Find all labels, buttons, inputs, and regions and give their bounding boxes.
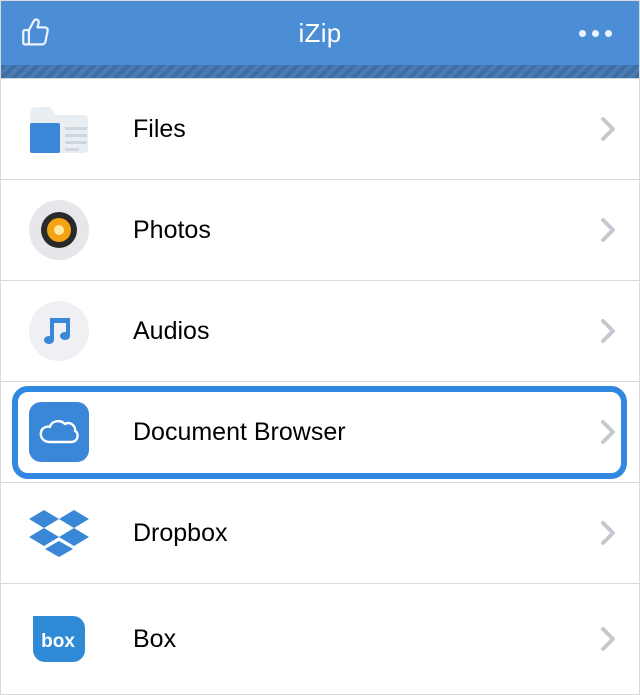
menu-item-files[interactable]: Files bbox=[1, 79, 639, 180]
dropbox-icon bbox=[19, 507, 99, 559]
menu-item-label: Dropbox bbox=[133, 519, 228, 547]
chevron-right-icon bbox=[589, 419, 627, 445]
menu-list: Files bbox=[1, 79, 639, 694]
menu-item-audios[interactable]: Audios bbox=[1, 281, 639, 382]
thumbs-up-icon bbox=[19, 16, 53, 50]
chevron-right-icon bbox=[589, 318, 627, 344]
chevron-right-icon bbox=[589, 116, 627, 142]
menu-item-label: Document Browser bbox=[133, 418, 346, 446]
menu-item-label: Box bbox=[133, 625, 176, 653]
cloud-icon bbox=[19, 402, 99, 462]
menu-item-label: Photos bbox=[133, 216, 211, 244]
chevron-right-icon bbox=[589, 626, 627, 652]
svg-text:box: box bbox=[41, 631, 75, 652]
chevron-right-icon bbox=[589, 520, 627, 546]
like-button[interactable] bbox=[19, 1, 53, 65]
more-icon bbox=[605, 30, 612, 37]
more-icon bbox=[592, 30, 599, 37]
more-icon bbox=[579, 30, 586, 37]
photos-icon bbox=[19, 200, 99, 260]
menu-item-box[interactable]: box Box bbox=[1, 584, 639, 694]
more-button[interactable] bbox=[576, 1, 615, 65]
menu-item-label: Audios bbox=[133, 317, 209, 345]
app-screen: iZip bbox=[0, 0, 640, 695]
menu-item-photos[interactable]: Photos bbox=[1, 180, 639, 281]
files-icon bbox=[19, 103, 99, 155]
audios-icon bbox=[19, 301, 99, 361]
app-title: iZip bbox=[298, 18, 341, 49]
menu-item-document-browser[interactable]: Document Browser bbox=[1, 382, 639, 483]
menu-item-dropbox[interactable]: Dropbox bbox=[1, 483, 639, 584]
chevron-right-icon bbox=[589, 217, 627, 243]
menu-item-label: Files bbox=[133, 115, 186, 143]
box-icon: box bbox=[19, 612, 99, 666]
decorative-strip bbox=[1, 65, 639, 79]
header-bar: iZip bbox=[1, 1, 639, 65]
